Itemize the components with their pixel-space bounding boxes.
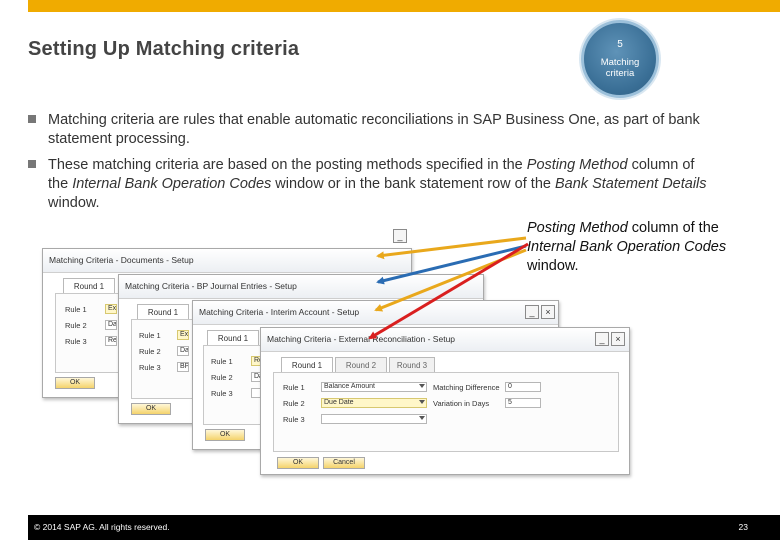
rule-label: Rule 3	[211, 389, 233, 398]
chevron-down-icon	[419, 384, 425, 388]
minimize-button[interactable]: _	[393, 229, 407, 243]
emphasized-text: Bank Statement Details	[555, 176, 707, 192]
page-number: 23	[738, 522, 748, 532]
rule-2-select[interactable]: Due Date	[321, 398, 427, 408]
bullet-text: Matching criteria are rules that enable …	[48, 112, 700, 147]
rule-label: Rule 3	[283, 415, 305, 424]
external-reconciliation-setup-window: Matching Criteria - External Reconciliat…	[260, 327, 630, 475]
bullet-item: These matching criteria are based on the…	[28, 156, 718, 213]
close-button[interactable]: ×	[541, 305, 555, 319]
cancel-button[interactable]: Cancel	[323, 457, 365, 469]
select-value: Due Date	[324, 399, 354, 406]
ok-button[interactable]: OK	[55, 377, 95, 389]
matching-difference-input[interactable]: 0	[505, 382, 541, 392]
window-title: Matching Criteria - Documents - Setup	[43, 249, 411, 273]
copyright-text: © 2014 SAP AG. All rights reserved.	[34, 522, 170, 532]
rule-label: Rule 2	[211, 373, 233, 382]
rule-label: Rule 2	[283, 399, 305, 408]
step-label: Matching criteria	[600, 57, 640, 79]
close-button[interactable]: ×	[611, 332, 625, 346]
rule-label: Rule 1	[139, 331, 161, 340]
tab-round-1[interactable]: Round 1	[137, 304, 189, 320]
rule-label: Rule 1	[211, 357, 233, 366]
select-value: Balance Amount	[324, 383, 375, 390]
rule-3-select[interactable]	[321, 414, 427, 424]
matching-difference-label: Matching Difference	[433, 383, 500, 392]
emphasized-text: Posting Method	[526, 157, 628, 173]
variation-in-days-input[interactable]: 5	[505, 398, 541, 408]
tab-round-1[interactable]: Round 1	[281, 357, 333, 373]
chevron-down-icon	[419, 416, 425, 420]
rule-label: Rule 2	[139, 347, 161, 356]
square-bullet-icon	[28, 115, 36, 123]
top-accent-bar	[28, 0, 780, 12]
rule-field[interactable]: Re	[105, 336, 117, 346]
rule-label: Rule 2	[65, 321, 87, 330]
callout-text: Posting Method column of the Internal Ba…	[527, 219, 747, 276]
slide-title: Setting Up Matching criteria	[28, 38, 300, 60]
tab-round-1[interactable]: Round 1	[63, 278, 115, 294]
rule-field[interactable]: Da	[177, 346, 189, 356]
tab-round-2[interactable]: Round 2	[335, 357, 387, 373]
rule-field[interactable]: Ex	[177, 330, 189, 340]
ok-button[interactable]: OK	[131, 403, 171, 415]
rule-field[interactable]: BP	[177, 362, 189, 372]
text-segment: column of the	[627, 220, 719, 236]
window-title: Matching Criteria - External Reconciliat…	[261, 328, 629, 352]
emphasized-text: Internal Bank Operation Codes	[72, 176, 272, 192]
chevron-down-icon	[419, 400, 425, 404]
window-title: Matching Criteria - BP Journal Entries -…	[119, 275, 483, 299]
tab-round-3[interactable]: Round 3	[389, 357, 435, 373]
emphasized-text: Posting Method	[527, 220, 628, 236]
rule-field[interactable]: Ex	[105, 304, 117, 314]
tab-round-1[interactable]: Round 1	[207, 330, 259, 346]
minimize-button[interactable]: _	[595, 332, 609, 346]
rule-1-select[interactable]: Balance Amount	[321, 382, 427, 392]
ok-button[interactable]: OK	[205, 429, 245, 441]
square-bullet-icon	[28, 160, 36, 168]
window-title: Matching Criteria - Interim Account - Se…	[193, 301, 558, 325]
rule-label: Rule 1	[65, 305, 87, 314]
bullet-list: Matching criteria are rules that enable …	[28, 111, 718, 220]
bullet-text: These matching criteria are based on the…	[48, 157, 707, 211]
text-segment: Matching criteria are rules that enable …	[48, 112, 700, 147]
rule-field[interactable]: Da	[105, 320, 117, 330]
step-badge: 5 Matching criteria	[581, 20, 659, 98]
emphasized-text: Internal Bank Operation Codes	[527, 239, 727, 255]
rule-label: Rule 3	[139, 363, 161, 372]
text-segment: window.	[527, 258, 579, 274]
text-segment: window.	[48, 195, 100, 211]
variation-in-days-label: Variation in Days	[433, 399, 490, 408]
text-segment: window or in the bank statement row of t…	[271, 176, 555, 192]
rule-label: Rule 3	[65, 337, 87, 346]
minimize-button[interactable]: _	[525, 305, 539, 319]
footer-bar: © 2014 SAP AG. All rights reserved. 23	[28, 515, 780, 540]
ok-button[interactable]: OK	[277, 457, 319, 469]
rule-label: Rule 1	[283, 383, 305, 392]
bullet-item: Matching criteria are rules that enable …	[28, 111, 718, 149]
text-segment: These matching criteria are based on the…	[48, 157, 527, 173]
step-number: 5	[617, 39, 623, 50]
